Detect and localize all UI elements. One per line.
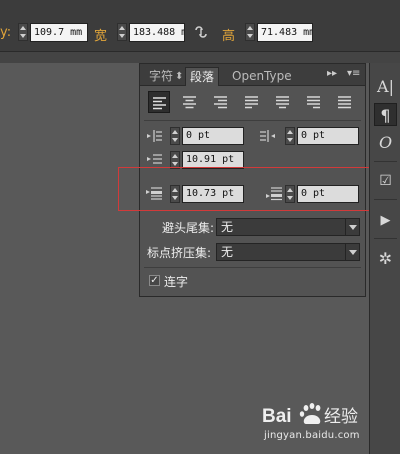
watermark-url: jingyan.baidu.com	[264, 430, 360, 441]
baidu-jingyan-logo: Bai 经验	[262, 402, 372, 428]
justify-all-button[interactable]	[334, 91, 356, 113]
hyphenate-checkbox[interactable]: ✓	[149, 275, 160, 286]
chevron-down-icon	[345, 244, 359, 260]
justify-last-left-icon	[245, 96, 258, 109]
dock-divider	[374, 199, 397, 200]
panel-tab-row: 字符 ⬍ 段落 OpenType ▸▸ ▾≡	[140, 64, 365, 86]
svg-text:Bai: Bai	[262, 406, 292, 427]
kinsoku-label: 避头尾集:	[162, 221, 215, 235]
y-field[interactable]: 109.7 mm	[30, 23, 88, 42]
character-icon[interactable]: A|	[374, 75, 397, 98]
height-stepper[interactable]	[245, 23, 255, 41]
toolbar-divider	[0, 52, 400, 63]
height-label: 高	[222, 29, 236, 44]
justify-last-right-button[interactable]	[303, 91, 325, 113]
mojikumi-value: 无	[221, 245, 234, 259]
justify-last-right-icon	[307, 96, 320, 109]
justify-all-icon	[338, 96, 351, 109]
right-indent-field[interactable]: 0 pt	[297, 127, 359, 145]
control-bar: y: 109.7 mm 宽 183.488 mm 高 71.483 mm	[0, 0, 400, 52]
first-line-indent-icon	[147, 154, 162, 164]
width-label: 宽	[94, 29, 108, 44]
tab-switch-icon: ⬍	[175, 71, 184, 82]
width-stepper[interactable]	[117, 23, 127, 41]
mojikumi-select[interactable]: 无	[216, 243, 360, 261]
dock-divider	[374, 238, 397, 239]
collapse-panel-icon[interactable]: ▸▸	[327, 68, 337, 79]
mojikumi-label: 标点挤压集:	[147, 246, 212, 260]
panel-divider	[144, 267, 361, 268]
opentype-icon[interactable]: O	[374, 131, 397, 154]
chevron-down-icon	[345, 219, 359, 235]
left-indent-stepper[interactable]	[170, 127, 180, 145]
justify-last-center-icon	[276, 96, 289, 109]
align-right-icon	[214, 96, 227, 109]
left-indent-icon	[147, 130, 162, 142]
y-label: y:	[0, 25, 12, 40]
hyphenate-label: 连字	[164, 275, 189, 289]
link-chain-icon[interactable]	[193, 24, 209, 40]
align-center-button[interactable]	[179, 91, 201, 113]
kinsoku-select[interactable]: 无	[216, 218, 360, 236]
align-center-icon	[183, 96, 196, 109]
play-icon[interactable]: ▶	[374, 209, 397, 232]
panel-divider	[144, 120, 361, 121]
right-indent-stepper[interactable]	[285, 127, 295, 145]
symbol-icon[interactable]: ✲	[374, 247, 397, 270]
align-left-button[interactable]	[148, 91, 170, 113]
panel-dock: A| ¶ O ☑ ▶ ✲	[369, 63, 400, 454]
checkbox-icon[interactable]: ☑	[374, 170, 397, 193]
justify-last-left-button[interactable]	[241, 91, 263, 113]
highlight-box	[118, 167, 371, 211]
align-left-icon	[153, 97, 166, 110]
align-right-button[interactable]	[210, 91, 232, 113]
tab-paragraph[interactable]: 段落	[185, 67, 220, 86]
y-stepper[interactable]	[18, 23, 28, 41]
justify-last-center-button[interactable]	[272, 91, 294, 113]
tab-character[interactable]: 字符	[149, 67, 173, 86]
right-indent-icon	[260, 130, 275, 142]
svg-text:经验: 经验	[324, 407, 358, 427]
tab-opentype[interactable]: OpenType	[232, 67, 292, 86]
left-indent-field[interactable]: 0 pt	[182, 127, 244, 145]
height-field[interactable]: 71.483 mm	[257, 23, 313, 42]
dock-divider	[374, 161, 397, 162]
paragraph-icon[interactable]: ¶	[374, 103, 397, 126]
panel-menu-icon[interactable]: ▾≡	[347, 68, 360, 79]
width-field[interactable]: 183.488 mm	[129, 23, 185, 42]
kinsoku-value: 无	[221, 220, 234, 234]
